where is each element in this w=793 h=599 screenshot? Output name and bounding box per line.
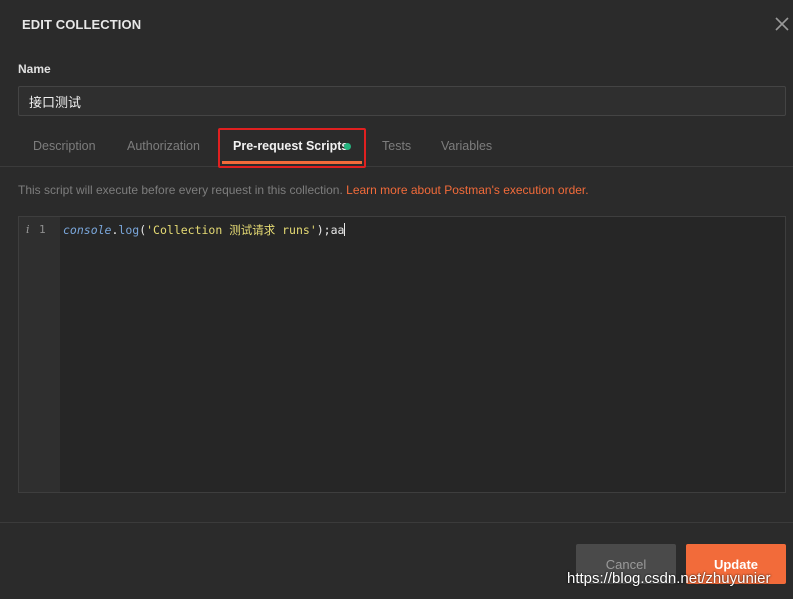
content-indicator-dot bbox=[344, 143, 351, 150]
code-string: 'Collection 测试请求 runs' bbox=[146, 223, 317, 237]
info-lint-icon: i bbox=[26, 223, 30, 236]
editor-gutter: i 1 bbox=[19, 217, 60, 492]
tab-variables[interactable]: Variables bbox=[441, 139, 492, 153]
code-line[interactable]: console.log('Collection 测试请求 runs');aa bbox=[63, 222, 346, 238]
code-object: console bbox=[63, 223, 112, 237]
footer-divider bbox=[0, 522, 793, 523]
tab-bar: Description Authorization Pre-request Sc… bbox=[0, 126, 793, 167]
tab-description[interactable]: Description bbox=[33, 139, 96, 153]
tab-pre-request-scripts[interactable]: Pre-request Scripts bbox=[233, 139, 348, 153]
modal-title: EDIT COLLECTION bbox=[22, 17, 142, 32]
script-info-text: This script will execute before every re… bbox=[18, 183, 589, 197]
name-label: Name bbox=[18, 62, 51, 76]
edit-collection-modal: EDIT COLLECTION Name Description Authori… bbox=[0, 0, 793, 599]
execution-order-link[interactable]: Learn more about Postman's execution ord… bbox=[346, 183, 588, 197]
code-close: );aa bbox=[316, 223, 345, 237]
active-tab-indicator bbox=[222, 161, 362, 164]
tab-authorization[interactable]: Authorization bbox=[127, 139, 200, 153]
modal-header: EDIT COLLECTION bbox=[0, 0, 793, 48]
text-cursor bbox=[344, 223, 346, 236]
script-editor[interactable]: i 1 console.log('Collection 测试请求 runs');… bbox=[18, 216, 786, 493]
collection-name-input[interactable] bbox=[18, 86, 786, 116]
info-description: This script will execute before every re… bbox=[18, 183, 343, 197]
tab-tests[interactable]: Tests bbox=[382, 139, 411, 153]
watermark-text: https://blog.csdn.net/zhuyunier bbox=[567, 570, 771, 587]
code-method: log bbox=[118, 223, 140, 237]
line-number: 1 bbox=[39, 223, 46, 236]
close-icon[interactable] bbox=[772, 14, 792, 34]
